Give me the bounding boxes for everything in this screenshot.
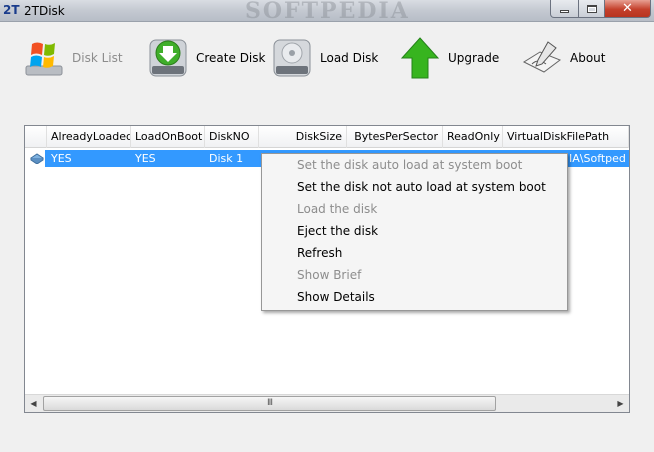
close-button[interactable]: ✕: [604, 0, 651, 18]
app-icon: 2T: [3, 3, 20, 17]
watermark-text: SOFTPEDIA: [245, 0, 410, 24]
disk-list-button[interactable]: Disk List: [22, 32, 123, 84]
menu-item-refresh[interactable]: Refresh: [263, 242, 566, 264]
menu-item-set-auto-load[interactable]: Set the disk auto load at system boot: [263, 154, 566, 176]
column-header-load-on-boot[interactable]: LoadOnBoot: [131, 126, 205, 148]
load-disk-button[interactable]: Load Disk: [270, 32, 378, 84]
column-header-bytes-per-sector[interactable]: BytesPerSector: [347, 126, 443, 148]
green-up-arrow-icon: [398, 36, 442, 80]
create-disk-button[interactable]: Create Disk: [146, 32, 265, 84]
window-title: 2TDisk: [24, 4, 65, 18]
close-icon: ✕: [622, 1, 633, 16]
menu-item-show-details[interactable]: Show Details: [263, 286, 566, 308]
arrow-right-icon: ▶: [617, 399, 624, 408]
minimize-button[interactable]: [550, 0, 579, 18]
about-button[interactable]: About: [520, 32, 605, 84]
maximize-button[interactable]: [578, 0, 605, 18]
scroll-grip-icon: III: [267, 398, 273, 408]
disk-list-label: Disk List: [72, 51, 123, 65]
menu-item-eject-disk[interactable]: Eject the disk: [263, 220, 566, 242]
windows-flag-icon: [22, 36, 66, 80]
menu-item-load-disk[interactable]: Load the disk: [263, 198, 566, 220]
minimize-icon: [560, 10, 569, 13]
title-bar[interactable]: 2T 2TDisk SOFTPEDIA ✕: [0, 0, 654, 24]
create-disk-label: Create Disk: [196, 51, 266, 65]
disk-drive-icon: [270, 36, 314, 80]
maximize-icon: [586, 4, 597, 13]
cell-already-loaded: YES: [51, 152, 72, 165]
cell-disk-no: Disk 1: [209, 152, 244, 165]
column-header-disk-no[interactable]: DiskNO: [205, 126, 259, 148]
disk-row-icon: [30, 152, 44, 165]
column-header-read-only[interactable]: ReadOnly: [443, 126, 503, 148]
drawing-pen-icon: [520, 36, 564, 80]
upgrade-label: Upgrade: [448, 51, 500, 65]
app-window: 2T 2TDisk SOFTPEDIA ✕ Disk List Create D…: [0, 0, 654, 452]
arrow-left-icon: ◀: [30, 399, 37, 408]
scroll-left-button[interactable]: ◀: [25, 395, 42, 412]
menu-item-show-brief[interactable]: Show Brief: [263, 264, 566, 286]
menu-item-set-not-auto-load[interactable]: Set the disk not auto load at system boo…: [263, 176, 566, 198]
column-header-disk-size[interactable]: DiskSize: [259, 126, 347, 148]
upgrade-button[interactable]: Upgrade: [398, 32, 499, 84]
horizontal-scrollbar[interactable]: ◀ III ▶: [25, 394, 629, 412]
column-header-virtual-disk-file-path[interactable]: VirtualDiskFilePath: [503, 126, 629, 148]
cell-virtual-disk-file-path: IA\Softped: [569, 152, 626, 165]
column-header-already-loaded[interactable]: AlreadyLoaded: [47, 126, 131, 148]
list-header: AlreadyLoaded LoadOnBoot DiskNO DiskSize…: [25, 126, 629, 148]
disk-download-icon: [146, 36, 190, 80]
context-menu: Set the disk auto load at system boot Se…: [261, 153, 568, 311]
load-disk-label: Load Disk: [320, 51, 379, 65]
scroll-right-button[interactable]: ▶: [612, 395, 629, 412]
about-label: About: [570, 51, 606, 65]
cell-load-on-boot: YES: [135, 152, 156, 165]
scroll-thumb[interactable]: III: [43, 396, 496, 411]
column-header-icon[interactable]: [25, 126, 47, 148]
toolbar: Disk List Create Disk Load Disk Upgrade …: [0, 22, 654, 92]
